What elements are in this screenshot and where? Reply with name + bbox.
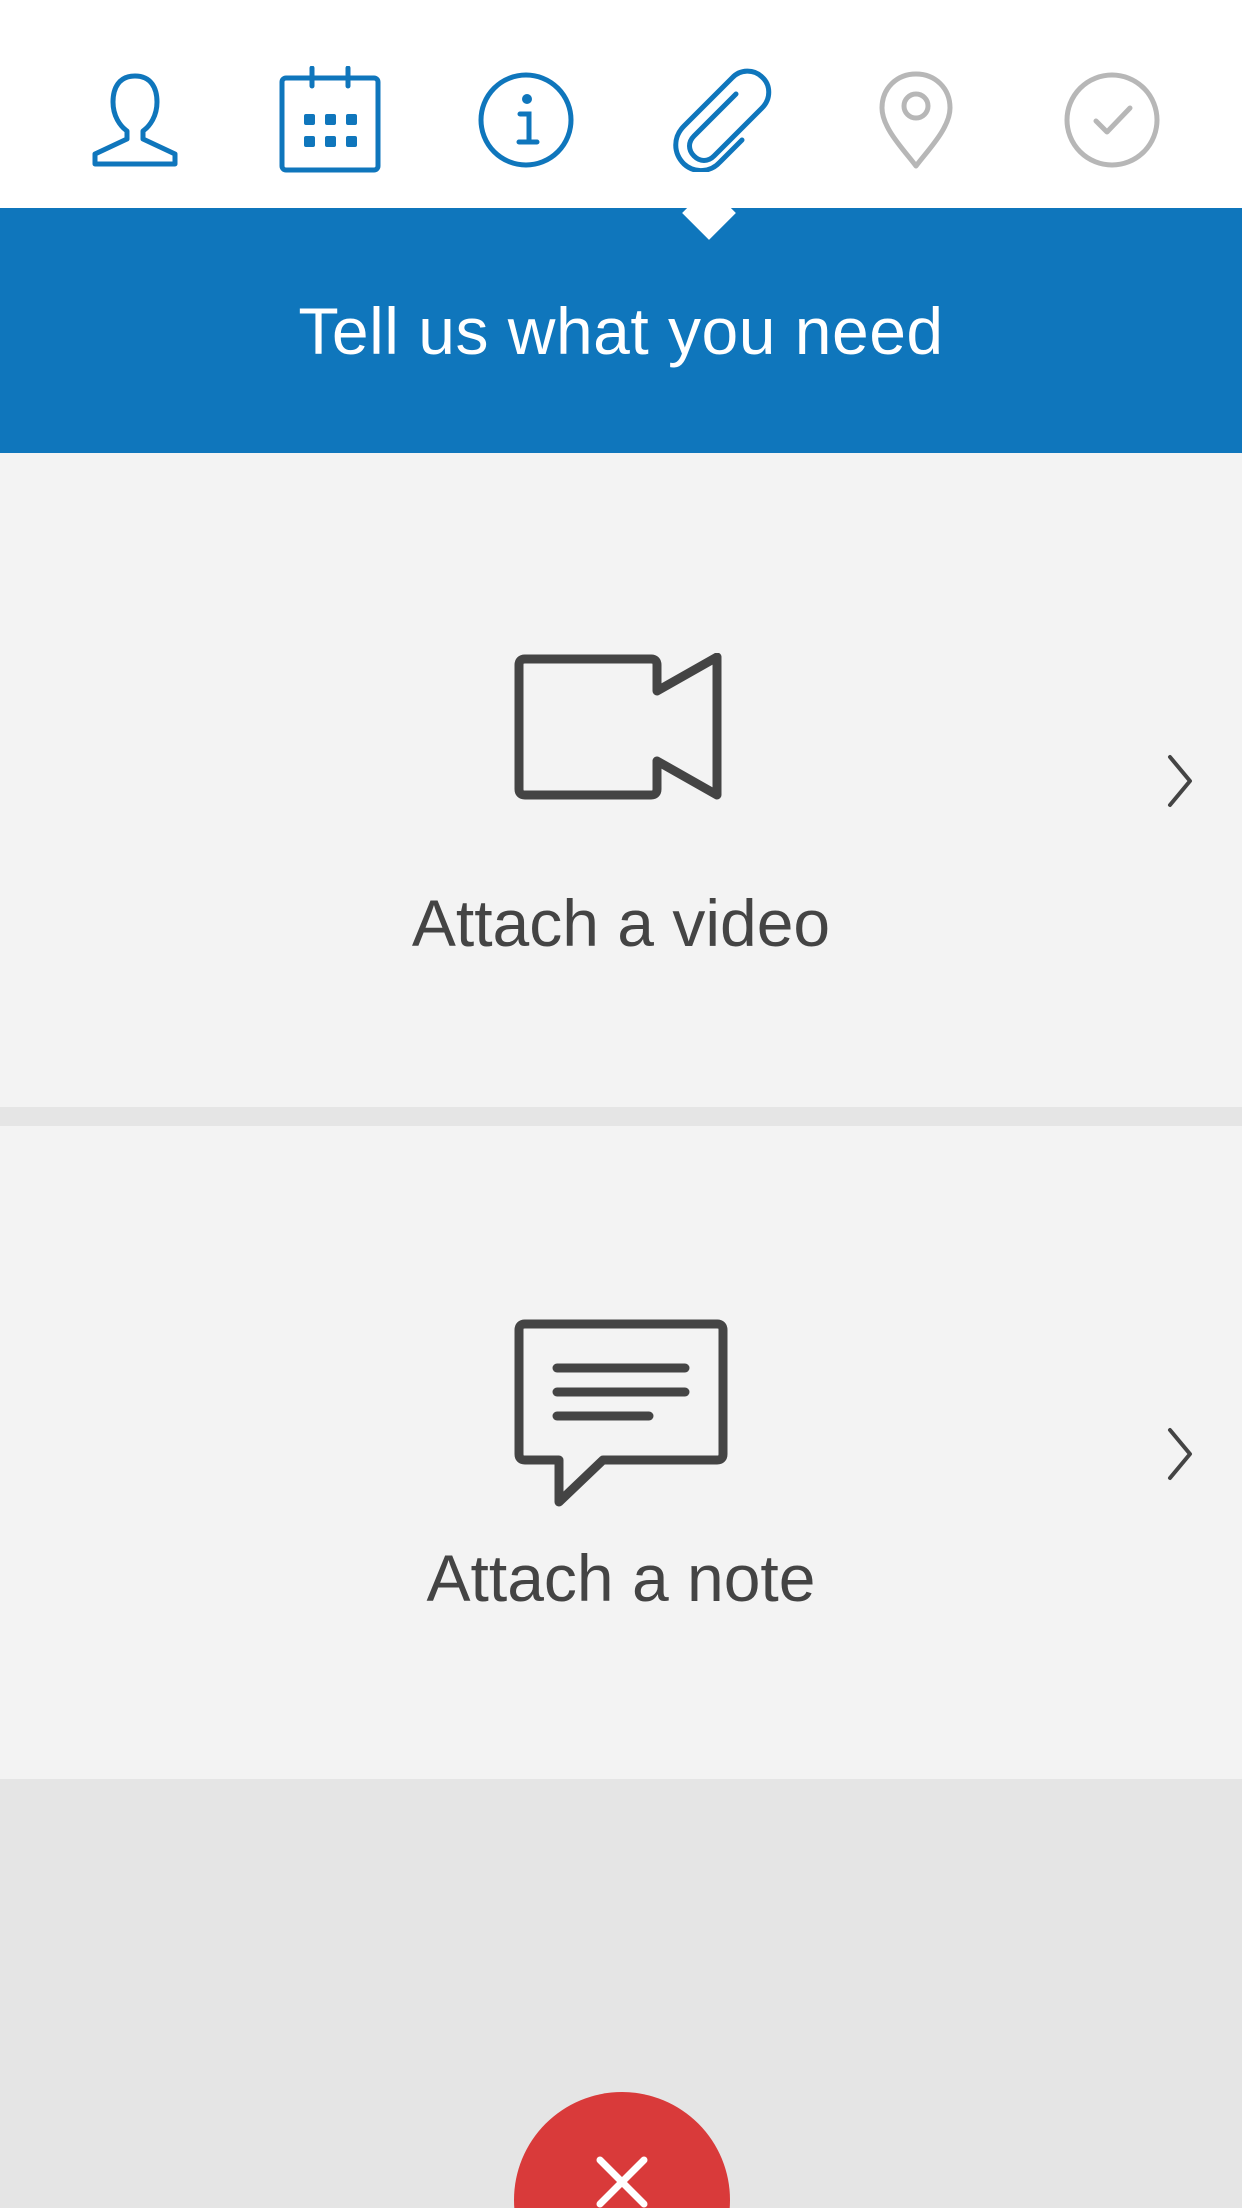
checkmark-circle-icon <box>1064 72 1160 168</box>
calendar-icon <box>279 66 381 173</box>
paperclip-icon <box>673 68 772 172</box>
attach-note-label: Attach a note <box>426 1541 816 1615</box>
speech-bubble-icon <box>514 1319 728 1507</box>
chevron-right-icon <box>1168 1428 1192 1480</box>
step-profile[interactable] <box>75 60 195 180</box>
location-pin-icon <box>879 71 953 169</box>
user-icon <box>92 73 178 167</box>
step-confirm[interactable] <box>1052 60 1172 180</box>
app-screen: Tell us what you need Attach a video Att… <box>0 0 1242 2208</box>
header-banner: Tell us what you need <box>0 208 1242 453</box>
option-icon-wrap <box>0 1318 1242 1508</box>
attach-video-option[interactable]: Attach a video <box>0 453 1242 1107</box>
close-button[interactable] <box>514 2092 730 2208</box>
close-icon <box>596 2156 648 2208</box>
chevron-right-icon <box>1168 755 1192 807</box>
attach-note-option[interactable]: Attach a note <box>0 1126 1242 1779</box>
video-camera-icon <box>514 653 722 800</box>
info-icon <box>478 72 574 168</box>
page-title: Tell us what you need <box>298 293 944 368</box>
step-info[interactable] <box>466 60 586 180</box>
step-location[interactable] <box>856 60 976 180</box>
step-attachments[interactable] <box>662 60 782 180</box>
step-progress-bar <box>0 0 1242 208</box>
option-icon-wrap <box>0 653 1242 801</box>
attach-video-label: Attach a video <box>411 886 831 960</box>
step-calendar[interactable] <box>270 60 390 180</box>
